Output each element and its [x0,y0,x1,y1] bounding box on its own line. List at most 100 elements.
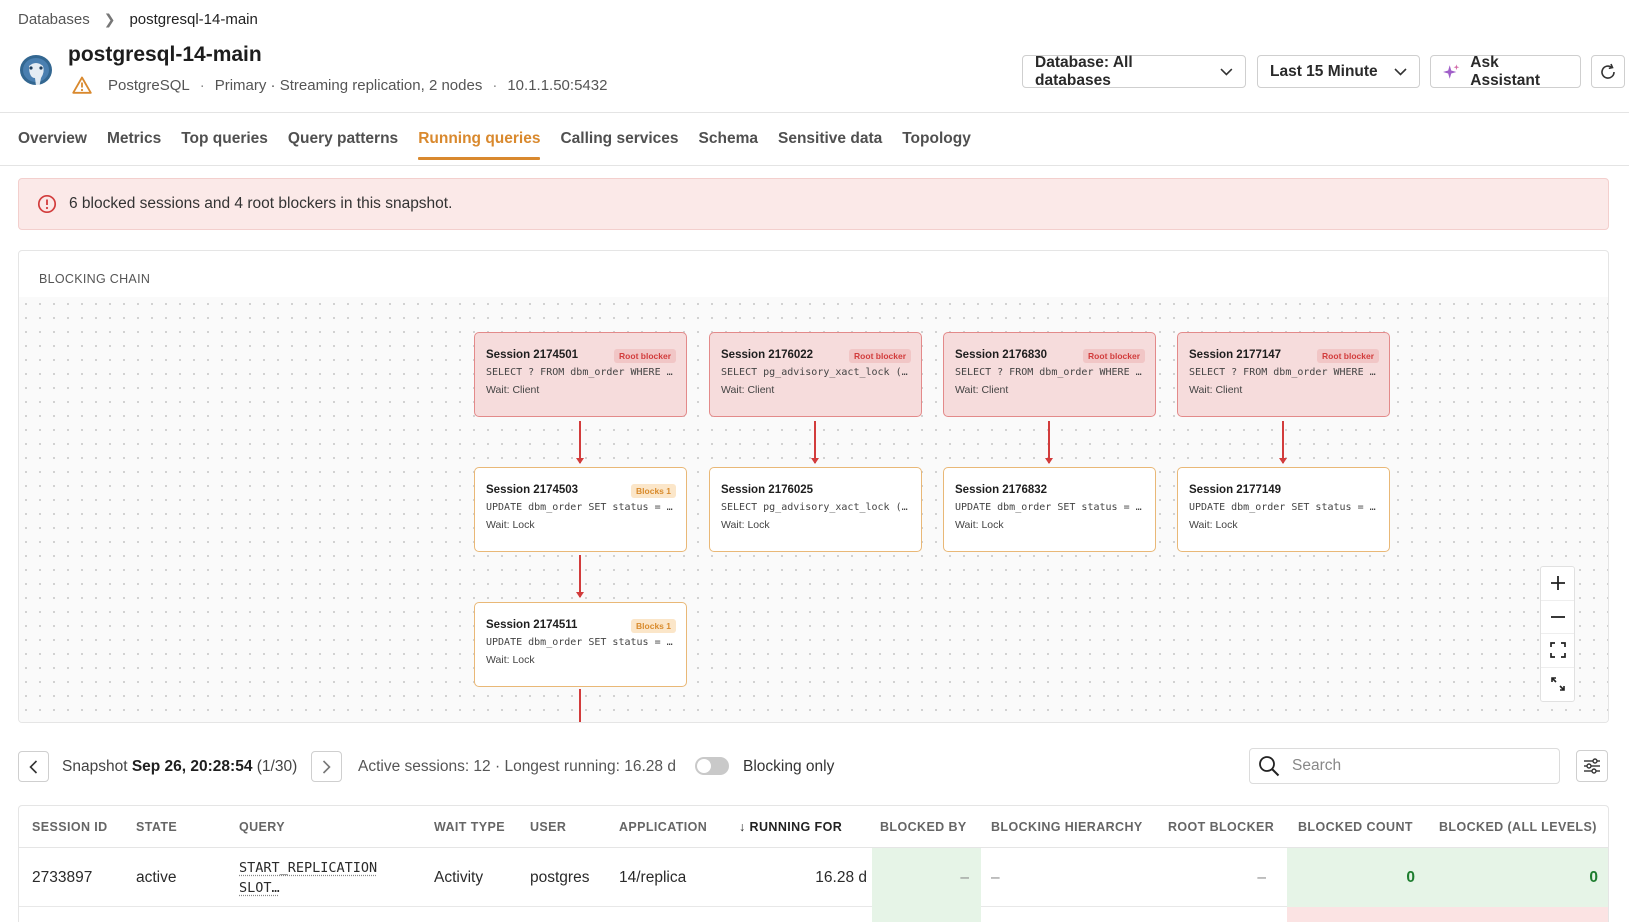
chain-connector [579,689,581,722]
blocked-session-node[interactable]: Session 2176025 SELECT pg_advisory_xact_… [709,467,922,552]
database-select[interactable]: Database: All databases [1022,54,1246,89]
chain-connector [576,421,583,464]
zoom-in-button[interactable] [1541,567,1574,601]
root-blocker-node[interactable]: Root blocker Session 2174501 SELECT ? FR… [474,332,687,417]
blocked-session-node[interactable]: Blocks 1 Session 2174511 UPDATE dbm_orde… [474,602,687,687]
minus-icon [1550,615,1565,618]
root-blocker-node[interactable]: Root blocker Session 2176830 SELECT ? FR… [943,332,1156,417]
cell-wait-type: Activity [434,868,484,886]
ask-assistant-label: Ask Assistant [1470,53,1541,89]
root-blocker-node[interactable]: Root blocker Session 2176022 SELECT pg_a… [709,332,922,417]
chain-connector [1045,421,1052,464]
node-wait: Wait: Client [1189,384,1243,396]
host-label: 10.1.1.50:5432 [507,76,608,94]
blocking-chain-label: BLOCKING CHAIN [39,272,151,286]
blocked-session-node[interactable]: Session 2176832 UPDATE dbm_order SET sta… [943,467,1156,552]
tab-sensitive-data[interactable]: Sensitive data [778,128,882,160]
search-input[interactable] [1292,757,1542,775]
snapshot-stats: Active sessions: 12 · Longest running: 1… [358,758,676,775]
col-user[interactable]: USER [530,820,566,834]
node-wait: Wait: Lock [955,519,1004,531]
next-snapshot-button[interactable] [311,751,342,782]
chevron-down-icon [1220,67,1233,76]
query-link[interactable]: START_REPLICATION SLOT… [239,858,409,898]
cell-tint [1287,907,1608,922]
time-range-label: Last 15 Minute [1270,62,1378,80]
cell-session-id: 2733897 [32,868,93,886]
blocked-session-node[interactable]: Session 2177149 UPDATE dbm_order SET sta… [1177,467,1390,552]
cell-state: active [136,868,177,886]
refresh-icon [1601,63,1615,79]
table-header: SESSION ID STATE QUERY WAIT TYPE USER AP… [19,806,1608,848]
node-query: SELECT ? FROM dbm_order WHERE i… [1189,367,1378,378]
blocking-only-label: Blocking only [743,758,835,775]
breadcrumb: Databases ❯ postgresql-14-main [18,11,258,28]
column-settings-button[interactable] [1576,750,1608,782]
zoom-out-button[interactable] [1541,601,1574,634]
cell-running-for: 16.28 d [815,868,867,886]
search-field[interactable] [1249,748,1560,784]
chevron-left-icon [29,759,38,774]
blocking-only-toggle[interactable] [695,757,729,775]
tab-running-queries[interactable]: Running queries [418,128,541,160]
node-query: UPDATE dbm_order SET status = s… [486,502,675,513]
warning-icon [72,76,92,94]
sort-desc-icon: ↓ [739,820,746,834]
fit-view-button[interactable] [1541,634,1574,668]
expand-icon [1550,677,1565,692]
col-state[interactable]: STATE [136,820,177,834]
previous-snapshot-button[interactable] [18,751,49,782]
node-query: UPDATE dbm_order SET status = s… [955,502,1144,513]
tab-overview[interactable]: Overview [18,128,87,160]
page-title: postgresql-14-main [68,43,262,66]
zoom-controls [1540,566,1575,702]
col-running-for-label: RUNNING FOR [749,820,843,834]
col-wait-type[interactable]: WAIT TYPE [434,820,505,834]
snapshot-label: Snapshot Sep 26, 20:28:54 (1/30) [62,758,297,776]
tab-topology[interactable]: Topology [902,128,971,160]
col-blocking-hierarchy[interactable]: BLOCKING HIERARCHY [991,820,1143,834]
search-icon [1259,756,1280,777]
tab-schema[interactable]: Schema [699,128,758,160]
fit-view-icon [1549,642,1566,659]
refresh-button[interactable] [1591,55,1625,88]
snapshot-position: (1/30) [256,758,298,775]
node-wait: Wait: Client [955,384,1009,396]
col-application[interactable]: APPLICATION [619,820,707,834]
chain-connector [576,555,583,598]
table-row[interactable] [19,907,1608,922]
blocked-session-node[interactable]: Blocks 1 Session 2174503 UPDATE dbm_orde… [474,467,687,552]
cell-blocked-by: – [872,848,981,907]
node-session-title: Session 2177149 [1189,484,1282,496]
node-wait: Wait: Client [486,384,540,396]
chevron-down-icon [1394,67,1407,76]
col-query[interactable]: QUERY [239,820,285,834]
root-blocker-node[interactable]: Root blocker Session 2177147 SELECT ? FR… [1177,332,1390,417]
snapshot-prefix: Snapshot [62,758,128,775]
chevron-right-icon: ❯ [103,11,116,27]
col-blocked-all-levels[interactable]: BLOCKED (ALL LEVELS) [1439,820,1597,834]
node-wait: Wait: Client [721,384,775,396]
table-row[interactable]: 2733897 active START_REPLICATION SLOT… A… [19,848,1608,907]
col-blocked-by[interactable]: BLOCKED BY [880,820,967,834]
database-subtitle: PostgreSQL · Primary · Streaming replica… [72,76,607,94]
col-session-id[interactable]: SESSION ID [32,820,108,834]
chevron-right-icon [322,759,331,774]
col-blocked-count[interactable]: BLOCKED COUNT [1298,820,1413,834]
time-range-select[interactable]: Last 15 Minute [1257,55,1420,88]
fullscreen-button[interactable] [1541,668,1574,701]
tab-query-patterns[interactable]: Query patterns [288,128,398,160]
ask-assistant-button[interactable]: Ask Assistant [1430,53,1581,89]
tab-top-queries[interactable]: Top queries [181,128,268,160]
sliders-icon [1584,758,1600,774]
tab-metrics[interactable]: Metrics [107,128,161,160]
node-wait: Wait: Lock [486,654,535,666]
header-divider [0,112,1629,113]
blocking-chain-canvas[interactable]: Root blocker Session 2174501 SELECT ? FR… [19,297,1608,722]
cell-blocked-count: 0 [1287,848,1427,907]
col-running-for[interactable]: ↓ RUNNING FOR [739,820,842,834]
tab-calling-services[interactable]: Calling services [560,128,678,160]
col-root-blocker[interactable]: ROOT BLOCKER [1168,820,1274,834]
snapshot-timestamp: Sep 26, 20:28:54 [131,758,253,775]
breadcrumb-databases-link[interactable]: Databases [18,11,90,28]
